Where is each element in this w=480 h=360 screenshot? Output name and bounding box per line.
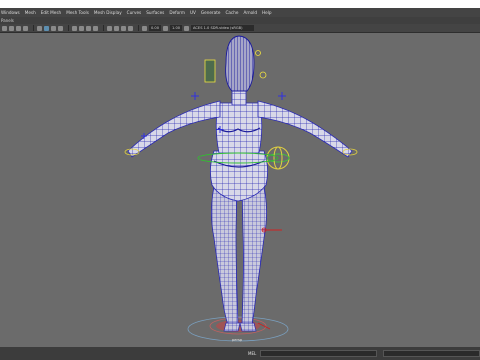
- camera-attributes-icon[interactable]: [9, 25, 14, 31]
- toolbar-divider: [138, 25, 139, 31]
- main-menu-bar: Windows Mesh Edit Mesh Mesh Tools Mesh D…: [0, 8, 480, 17]
- menu-help[interactable]: Help: [262, 8, 272, 17]
- textured-icon[interactable]: [58, 25, 63, 31]
- menu-edit-mesh[interactable]: Edit Mesh: [41, 8, 61, 17]
- perspective-viewport[interactable]: persp: [0, 33, 480, 347]
- grid-icon[interactable]: [37, 25, 42, 31]
- command-line-bar: MEL: [0, 347, 480, 360]
- lights-icon[interactable]: [72, 25, 77, 31]
- menu-mesh-tools[interactable]: Mesh Tools: [66, 8, 89, 17]
- exposure-icon[interactable]: [142, 25, 147, 31]
- viewport-toolbar: 0.00 1.00 ACES 1.0 SDR-video (sRGB): [0, 24, 480, 33]
- shadows-icon[interactable]: [79, 25, 84, 31]
- gamma-field[interactable]: 1.00: [170, 25, 183, 31]
- toolbar-divider: [33, 25, 34, 31]
- menu-generate[interactable]: Generate: [201, 8, 221, 17]
- exposure-field[interactable]: 0.00: [149, 25, 162, 31]
- top-strip: [0, 0, 480, 8]
- image-plane-icon[interactable]: [23, 25, 28, 31]
- menu-deform[interactable]: Deform: [169, 8, 185, 17]
- smooth-shade-icon[interactable]: [51, 25, 56, 31]
- command-input[interactable]: [260, 350, 377, 357]
- command-result-field: [382, 350, 480, 357]
- menu-mesh[interactable]: Mesh: [25, 8, 36, 17]
- xray-joints-icon[interactable]: [121, 25, 126, 31]
- bookmark-icon[interactable]: [16, 25, 21, 31]
- menu-surfaces[interactable]: Surfaces: [146, 8, 164, 17]
- menu-windows[interactable]: Windows: [1, 8, 20, 17]
- command-language-toggle[interactable]: MEL: [248, 351, 256, 356]
- panels-menu[interactable]: Panels: [1, 18, 14, 23]
- backface-culling-icon[interactable]: [128, 25, 133, 31]
- motion-blur-icon[interactable]: [93, 25, 98, 31]
- menu-curves[interactable]: Curves: [127, 8, 142, 17]
- menu-cache[interactable]: Cache: [225, 8, 238, 17]
- toolbar-divider: [103, 25, 104, 31]
- ambient-occlusion-icon[interactable]: [86, 25, 91, 31]
- toolbar-divider: [68, 25, 69, 31]
- camera-icon[interactable]: [2, 25, 7, 31]
- gamma-icon[interactable]: [163, 25, 169, 31]
- head-control-box[interactable]: [204, 59, 216, 83]
- menu-arnold[interactable]: Arnold: [243, 8, 257, 17]
- menu-mesh-display[interactable]: Mesh Display: [94, 8, 122, 17]
- isolate-select-icon[interactable]: [107, 25, 112, 31]
- character-mesh[interactable]: [127, 35, 353, 332]
- panel-menu-bar: Panels: [0, 17, 480, 24]
- view-transform-dropdown[interactable]: ACES 1.0 SDR-video (sRGB): [191, 25, 255, 31]
- viewport-canvas: [124, 35, 358, 342]
- xray-icon[interactable]: [114, 25, 119, 31]
- color-management-icon[interactable]: [184, 25, 190, 31]
- camera-name-label: persp: [232, 338, 243, 342]
- wireframe-icon[interactable]: [44, 25, 49, 31]
- menu-uv[interactable]: UV: [190, 8, 196, 17]
